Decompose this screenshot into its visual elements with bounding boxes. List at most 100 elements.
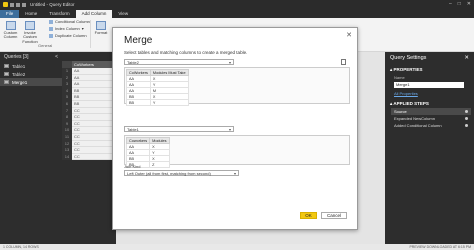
undo-icon[interactable]: [16, 2, 20, 7]
tab-file[interactable]: File: [0, 10, 20, 18]
join-kind-label: Join Kind: [124, 164, 141, 169]
query-item-table1[interactable]: Table1: [0, 62, 62, 70]
table-row: BB Y: [126, 99, 189, 106]
index-column-button[interactable]: Index Column ▾: [49, 26, 84, 31]
row-number: 13: [62, 147, 72, 154]
grid-row[interactable]: 2 AA: [62, 74, 116, 82]
invoke-custom-function-button[interactable]: Invoke Custom Function: [19, 21, 41, 44]
close-settings-button[interactable]: ✕: [464, 55, 469, 61]
grid-cell[interactable]: AA: [72, 68, 116, 75]
grid-cell[interactable]: CC: [72, 140, 116, 148]
query-name-input[interactable]: Merge1: [394, 82, 464, 88]
status-rows: 1 COLUMN, 14 ROWS: [3, 245, 39, 249]
page-icon[interactable]: [341, 59, 346, 65]
general-group-label: General: [38, 43, 53, 48]
query-item-merge1[interactable]: Merge1: [0, 78, 62, 86]
row-number: 10: [62, 127, 72, 134]
tab-home[interactable]: Home: [19, 10, 43, 18]
ribbon-separator: [90, 20, 91, 48]
grid-row[interactable]: 1 AA: [62, 68, 116, 75]
query-item-table2[interactable]: Table2: [0, 70, 62, 78]
format-icon: [96, 21, 106, 30]
first-table-preview: CoWorkers Modules Must Take AA X AA Y AA M BB X…: [124, 67, 350, 106]
grid-cell[interactable]: CC: [72, 127, 116, 134]
ribbon-tabs: File Home Transform Add Column View: [0, 9, 474, 18]
tab-transform[interactable]: Transform: [43, 10, 75, 18]
grid-row[interactable]: 10 CC: [62, 127, 116, 134]
grid-row[interactable]: 5 BB: [62, 94, 116, 101]
grid-cell[interactable]: CC: [72, 114, 116, 121]
grid-row[interactable]: 4 BB: [62, 87, 116, 95]
query-settings-title: Query Settings: [390, 55, 427, 61]
merge-dialog: ✕ Merge Select tables and matching colum…: [112, 27, 358, 230]
grid-row[interactable]: 3 AA: [62, 81, 116, 88]
tab-view[interactable]: View: [112, 10, 134, 18]
dropdown-icon[interactable]: [22, 2, 26, 7]
grid-row[interactable]: 12 CC: [62, 140, 116, 148]
status-bar: 1 COLUMN, 14 ROWS PREVIEW DOWNLOADED AT …: [0, 244, 474, 250]
row-number: 2: [62, 74, 72, 82]
chevron-down-icon: ▾: [228, 60, 231, 65]
row-number: 1: [62, 68, 72, 75]
grid-cell[interactable]: CC: [72, 107, 116, 115]
grid-cell[interactable]: AA: [72, 81, 116, 88]
first-table-select[interactable]: Table2 ▾: [124, 59, 234, 65]
cancel-button[interactable]: Cancel: [321, 212, 347, 219]
conditional-column-button[interactable]: Conditional Column: [49, 19, 90, 24]
grid-row[interactable]: 14 CC: [62, 153, 116, 161]
row-number: 7: [62, 107, 72, 115]
gear-icon[interactable]: [464, 123, 468, 128]
grid-row[interactable]: 6 BB: [62, 100, 116, 108]
row-number: 11: [62, 133, 72, 141]
grid-row[interactable]: 13 CC: [62, 147, 116, 154]
custom-column-button[interactable]: Custom Column: [2, 21, 19, 40]
grid-cell[interactable]: CC: [72, 120, 116, 128]
grid-cell[interactable]: CC: [72, 147, 116, 154]
grid-cell[interactable]: BB: [72, 94, 116, 101]
format-button[interactable]: Format: [93, 21, 109, 35]
queries-pane: Queries [3] < Table1 Table2 Merge1: [0, 52, 62, 244]
properties-section[interactable]: ▴ PROPERTIES: [385, 64, 474, 74]
grid-cell[interactable]: AA: [72, 74, 116, 82]
applied-step-source[interactable]: Source: [391, 108, 471, 115]
grid-cell[interactable]: BB: [72, 87, 116, 95]
grid-corner[interactable]: [62, 61, 72, 68]
all-properties-link[interactable]: All Properties: [385, 89, 474, 98]
applied-steps-section[interactable]: ▴ APPLIED STEPS: [385, 98, 474, 108]
grid-cell[interactable]: CC: [72, 153, 116, 161]
grid-cell[interactable]: CC: [72, 133, 116, 141]
close-window-button[interactable]: ✕: [467, 1, 471, 7]
column-header-coworkers[interactable]: CoWorkers: [72, 61, 116, 68]
row-number: 4: [62, 87, 72, 95]
window-title: Untitled - Query Editor: [30, 2, 75, 7]
queries-header: Queries [3]: [4, 54, 29, 60]
grid-cell[interactable]: BB: [72, 100, 116, 108]
minimize-button[interactable]: –: [449, 1, 452, 7]
custom-column-icon: [5, 21, 16, 30]
duplicate-column-button[interactable]: Duplicate Column: [49, 33, 87, 38]
ok-button[interactable]: OK: [300, 212, 317, 219]
grid-row[interactable]: 9 CC: [62, 120, 116, 128]
maximize-button[interactable]: □: [458, 1, 461, 7]
first-table-cell: BB: [126, 99, 151, 106]
applied-step-expanded[interactable]: Expanded NewColumn: [391, 115, 471, 122]
app-icon: [3, 2, 8, 7]
grid-row[interactable]: 8 CC: [62, 114, 116, 121]
row-number: 12: [62, 140, 72, 148]
tab-add-column[interactable]: Add Column: [75, 10, 113, 18]
grid-row[interactable]: 11 CC: [62, 133, 116, 141]
second-table-cell: Z: [149, 161, 170, 168]
applied-step-conditional[interactable]: Added Conditional Column: [391, 122, 471, 129]
grid-row[interactable]: 7 CC: [62, 107, 116, 115]
close-dialog-button[interactable]: ✕: [346, 31, 352, 39]
duplicate-column-icon: [49, 33, 53, 38]
row-number: 5: [62, 94, 72, 101]
save-icon[interactable]: [10, 2, 14, 7]
gear-icon[interactable]: [464, 109, 468, 114]
join-kind-select[interactable]: Left Outer (all from first, matching fro…: [124, 170, 239, 176]
row-number: 6: [62, 100, 72, 108]
collapse-queries-button[interactable]: <: [55, 54, 58, 60]
second-table-select[interactable]: Table1 ▾: [124, 126, 234, 132]
gear-icon[interactable]: [464, 116, 468, 121]
query-settings-pane: Query Settings ✕ ▴ PROPERTIES Name Merge…: [385, 52, 474, 244]
